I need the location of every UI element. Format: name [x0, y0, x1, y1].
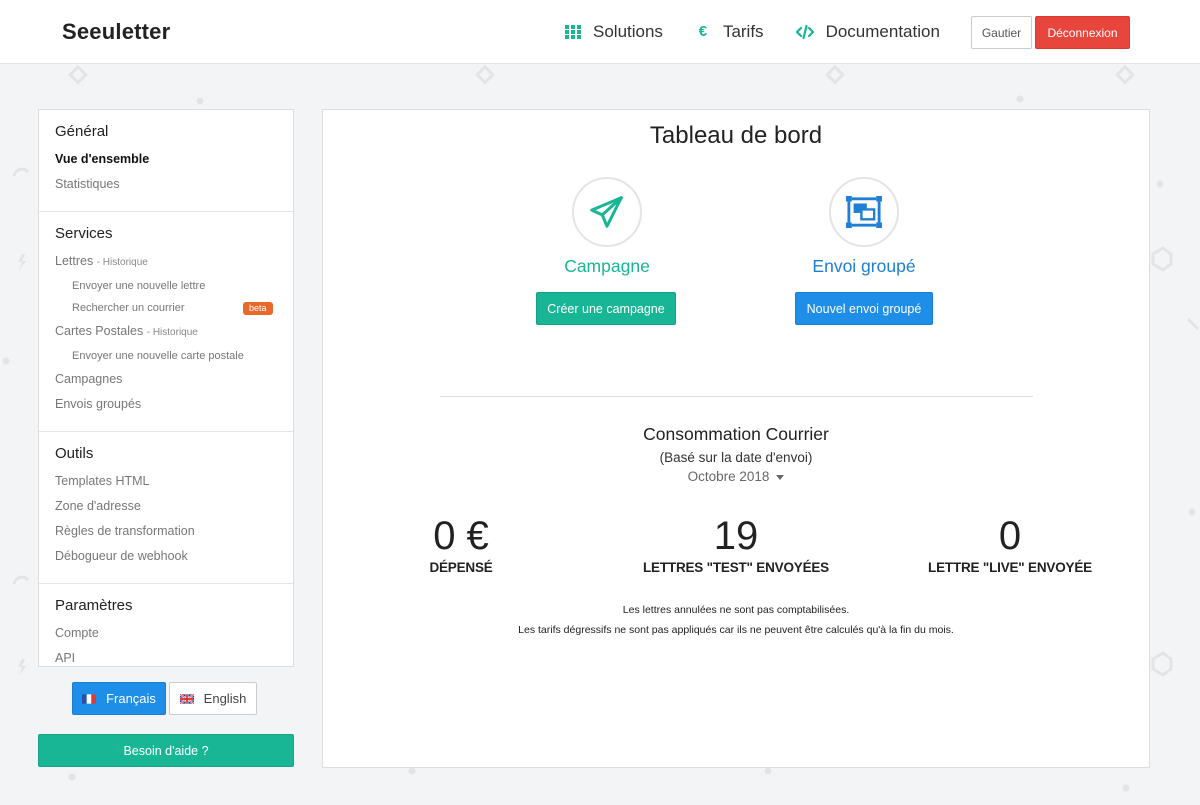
code-icon	[795, 24, 814, 40]
beta-badge: beta	[243, 302, 273, 315]
section-title: Général	[55, 123, 109, 140]
help-button[interactable]: Besoin d'aide ?	[38, 734, 294, 767]
brand-logo[interactable]: Seeuletter	[62, 19, 170, 45]
user-account-button[interactable]: Gautier	[971, 16, 1032, 49]
letters-label: Lettres	[55, 254, 94, 268]
nav-label: Solutions	[593, 22, 663, 41]
sidebar-item-letters[interactable]: Lettres - Historique	[55, 249, 293, 275]
stat-value: 0	[998, 514, 1022, 558]
sidebar-item-send-letter[interactable]: Envoyer une nouvelle lettre	[55, 275, 293, 297]
section-title: Services	[55, 225, 113, 242]
nav-solutions[interactable]: Solutions	[565, 22, 663, 42]
stat-spent: 0 € DÉPENSÉ	[341, 514, 581, 575]
sidebar-item-webhook-debugger[interactable]: Débogueur de webhook	[55, 544, 293, 569]
campaign-icon-circle	[572, 177, 642, 247]
stat-value: 0 €	[433, 514, 489, 558]
sidebar-item-search-mail[interactable]: Rechercher un courrier beta	[55, 297, 293, 319]
stat-test-letters: 19 LETTRES "TEST" ENVOYÉES	[616, 514, 856, 575]
month-selector[interactable]: Octobre 2018	[323, 469, 1149, 484]
sidebar-item-send-postcard[interactable]: Envoyer une nouvelle carte postale	[55, 345, 293, 367]
section-title: Paramètres	[55, 597, 133, 614]
postcards-label: Cartes Postales	[55, 324, 144, 338]
grid-icon	[565, 25, 581, 39]
sidebar-item-campaigns[interactable]: Campagnes	[55, 367, 293, 392]
top-navbar: Seeuletter Solutions € Tarifs Documentat…	[0, 0, 1200, 64]
sidebar-item-overview[interactable]: Vue d'ensemble	[55, 147, 293, 172]
consumption-subtitle: (Basé sur la date d'envoi)	[659, 450, 813, 465]
create-campaign-button[interactable]: Créer une campagne	[536, 292, 676, 325]
nav-documentation[interactable]: Documentation	[795, 22, 940, 42]
language-french-button[interactable]: Français	[72, 682, 166, 715]
search-mail-label: Rechercher un courrier	[72, 302, 185, 314]
caret-down-icon	[776, 474, 785, 480]
nav-tarifs[interactable]: € Tarifs	[695, 22, 764, 42]
note-cancelled-letters: Les lettres annulées ne sont pas comptab…	[622, 604, 850, 616]
bulk-send-icon-circle	[829, 177, 899, 247]
month-value: Octobre 2018	[687, 469, 770, 484]
nav-label: Documentation	[825, 22, 940, 41]
logout-button[interactable]: Déconnexion	[1035, 16, 1130, 49]
campaign-label: Campagne	[564, 256, 650, 276]
sidebar-section-services: Services Lettres - Historique Envoyer un…	[39, 212, 293, 432]
stat-label: DÉPENSÉ	[429, 560, 493, 575]
section-divider	[440, 396, 1033, 397]
sidebar: Général Vue d'ensemble Statistiques Serv…	[38, 109, 294, 667]
language-label: Français	[106, 691, 156, 706]
sidebar-item-api[interactable]: API	[55, 646, 293, 671]
language-english-button[interactable]: English	[169, 682, 257, 715]
dashboard-panel: Tableau de bord Campagne Créer une campa…	[322, 109, 1150, 768]
sidebar-item-account[interactable]: Compte	[55, 621, 293, 646]
sidebar-item-address-zone[interactable]: Zone d'adresse	[55, 494, 293, 519]
euro-icon: €	[698, 23, 708, 40]
sidebar-item-postcards[interactable]: Cartes Postales - Historique	[55, 319, 293, 345]
french-flag-icon	[82, 693, 97, 704]
stat-value: 19	[713, 514, 759, 558]
main-nav: Solutions € Tarifs Documentation	[565, 0, 940, 64]
sidebar-item-html-templates[interactable]: Templates HTML	[55, 469, 293, 494]
sidebar-item-transform-rules[interactable]: Règles de transformation	[55, 519, 293, 544]
sidebar-item-statistics[interactable]: Statistiques	[55, 172, 293, 197]
section-title: Outils	[55, 445, 94, 462]
nav-label: Tarifs	[722, 22, 764, 41]
note-degressive-pricing: Les tarifs dégressifs ne sont pas appliq…	[518, 624, 954, 636]
stat-live-letters: 0 LETTRE "LIVE" ENVOYÉE	[890, 514, 1130, 575]
language-label: English	[203, 691, 247, 706]
new-bulk-send-button[interactable]: Nouvel envoi groupé	[795, 292, 933, 325]
uk-flag-icon	[179, 693, 194, 704]
stat-label: LETTRE "LIVE" ENVOYÉE	[928, 560, 1092, 575]
consumption-title: Consommation Courrier	[643, 424, 829, 444]
page-title: Tableau de bord	[649, 122, 823, 149]
bulk-send-icon	[846, 195, 882, 229]
bulk-send-label: Envoi groupé	[812, 256, 916, 276]
sidebar-section-general: Général Vue d'ensemble Statistiques	[39, 110, 293, 212]
sidebar-section-settings: Paramètres Compte API	[39, 584, 293, 685]
stat-label: LETTRES "TEST" ENVOYÉES	[643, 560, 829, 575]
sidebar-item-bulk-sends[interactable]: Envois groupés	[55, 392, 293, 417]
letters-history-link[interactable]: - Historique	[97, 257, 148, 268]
sidebar-section-tools: Outils Templates HTML Zone d'adresse Règ…	[39, 432, 293, 584]
paper-plane-icon	[590, 196, 623, 228]
postcards-history-link[interactable]: - Historique	[147, 327, 198, 338]
